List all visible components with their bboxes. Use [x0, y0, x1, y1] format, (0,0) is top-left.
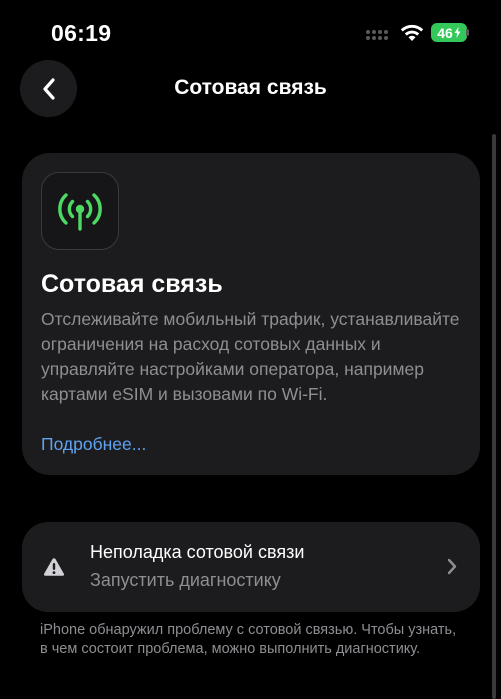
battery-indicator: 46 — [431, 23, 467, 42]
chevron-right-icon — [447, 558, 457, 575]
scroll-indicator[interactable] — [492, 134, 496, 699]
wifi-icon — [399, 22, 425, 42]
charging-bolt-icon — [454, 27, 461, 38]
info-card: Сотовая связь Отслеживайте мобильный тра… — [22, 153, 480, 475]
card-description: Отслеживайте мобильный трафик, устанавли… — [41, 309, 460, 404]
battery-cap — [466, 29, 469, 36]
warning-icon — [43, 557, 65, 577]
diagnostics-subtitle: Запустить диагностику — [90, 570, 281, 590]
cellular-signal-icon — [366, 29, 392, 41]
status-bar: 06:19 46 — [0, 0, 501, 62]
diagnostics-footnote: iPhone обнаружил проблему с сотовой связ… — [40, 622, 457, 657]
diagnostics-title: Неполадка сотовой связи — [90, 542, 305, 562]
cellular-antenna-icon — [41, 172, 119, 250]
page-title: Сотовая связь — [174, 76, 327, 99]
card-title: Сотовая связь — [41, 270, 223, 298]
learn-more-link[interactable]: Подробнее... — [41, 434, 146, 455]
battery-level: 46 — [437, 24, 453, 41]
status-time: 06:19 — [51, 20, 112, 46]
cellular-diagnostics-button[interactable]: Неполадка сотовой связи Запустить диагно… — [22, 522, 480, 612]
screen: 06:19 46 Сотовая связь Сотовая связь Отс… — [0, 0, 501, 699]
